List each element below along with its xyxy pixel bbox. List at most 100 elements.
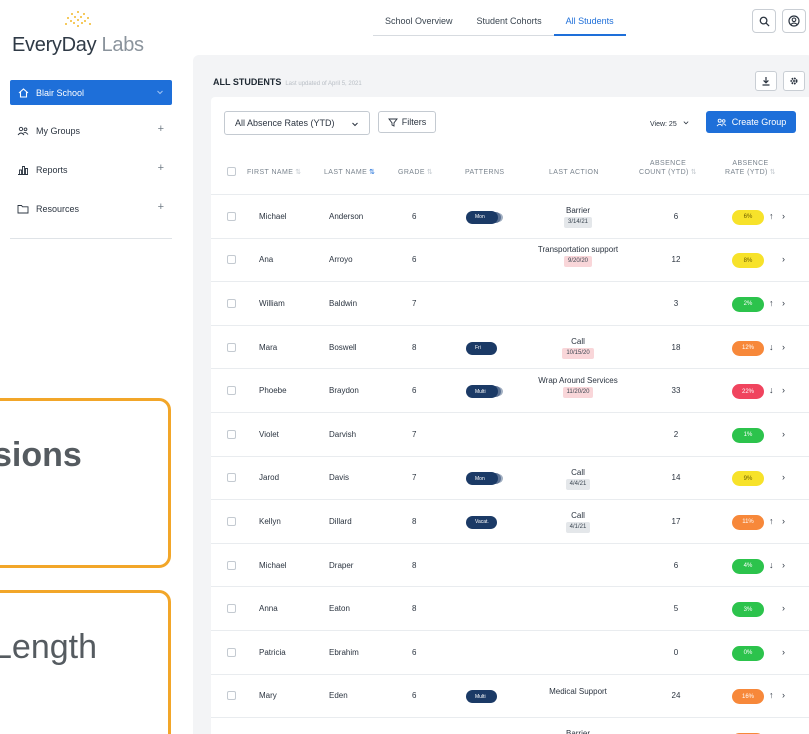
table-row[interactable]: PennyEllison6Fri.Barrier1/1/211812%↓›: [211, 717, 809, 734]
chevron-right-icon[interactable]: ›: [782, 516, 785, 526]
row-checkbox[interactable]: [227, 255, 236, 265]
sidebar-item-my-groups[interactable]: My Groups +: [10, 111, 172, 150]
search-icon: [759, 16, 770, 27]
cell-grade: 8: [412, 516, 417, 526]
pattern-badge[interactable]: Multi: [466, 690, 497, 704]
last-action-date: 9/20/20: [563, 256, 593, 268]
cell-first-name: William: [259, 298, 285, 308]
col-last-action[interactable]: LAST ACTION: [549, 168, 599, 177]
col-first-name[interactable]: FIRST NAME ⇅: [247, 168, 302, 177]
last-action[interactable]: Medical Support: [533, 687, 623, 696]
filters-button[interactable]: Filters: [378, 111, 436, 133]
chevron-right-icon[interactable]: ›: [782, 254, 785, 264]
chevron-right-icon[interactable]: ›: [782, 647, 785, 657]
sort-icon: ⇅: [295, 169, 302, 176]
last-action-label: Transportation support: [537, 245, 619, 255]
tab-school-overview[interactable]: School Overview: [373, 10, 465, 36]
download-button[interactable]: [755, 71, 777, 91]
table-row[interactable]: William Baldwin 7 3 2% ↑ ›: [211, 281, 809, 325]
chevron-right-icon[interactable]: ›: [782, 342, 785, 352]
absence-rate-select[interactable]: All Absence Rates (YTD): [224, 111, 370, 135]
create-group-button[interactable]: Create Group: [706, 111, 796, 133]
cell-absence-count: 0: [673, 647, 679, 657]
pattern-badge[interactable]: Mon: [466, 472, 498, 486]
plus-icon[interactable]: +: [158, 201, 164, 213]
last-action[interactable]: Wrap Around Services 11/20/20: [533, 376, 623, 399]
chevron-right-icon[interactable]: ›: [782, 298, 785, 308]
page-size-select[interactable]: View: 25: [650, 119, 690, 128]
row-checkbox[interactable]: [227, 211, 236, 221]
col-patterns[interactable]: PATTERNS: [465, 168, 505, 177]
last-action[interactable]: Call 10/15/20: [533, 337, 623, 360]
tab-student-cohorts[interactable]: Student Cohorts: [465, 10, 554, 36]
row-checkbox[interactable]: [227, 342, 236, 352]
table-row[interactable]: Phoebe Braydon 6 Multi Wrap Around Services 1…: [211, 368, 809, 412]
plus-icon[interactable]: +: [158, 123, 164, 135]
table-row[interactable]: Kellyn Dillard 8 Vacat. Call 4/1/21 17 11% ↑ ›: [211, 499, 809, 543]
chevron-right-icon[interactable]: ›: [782, 560, 785, 570]
chevron-right-icon[interactable]: ›: [782, 690, 785, 700]
chevron-right-icon[interactable]: ›: [782, 472, 785, 482]
table-row[interactable]: Patricia Ebrahim 6 0 0% ›: [211, 630, 809, 674]
row-checkbox[interactable]: [227, 429, 236, 439]
chevron-right-icon[interactable]: ›: [782, 429, 785, 439]
table-row[interactable]: Jarod Davis 7 Mon Call 4/4/21 14 9% ›: [211, 455, 809, 500]
last-action[interactable]: Call 4/1/21: [533, 511, 623, 534]
col-absence-rate[interactable]: ABSENCE RATE (YTD) ⇅: [725, 159, 776, 177]
row-checkbox[interactable]: [227, 386, 236, 396]
account-button[interactable]: [782, 9, 806, 33]
row-checkbox[interactable]: [227, 473, 236, 483]
row-checkbox[interactable]: [227, 647, 236, 657]
table-row[interactable]: Ana Arroyo 6 Transportation support 9/20/20 1…: [211, 237, 809, 282]
cell-last-name: Braydon: [329, 386, 359, 396]
last-updated: Last updated of April 5, 2021: [285, 81, 362, 87]
last-action-date: 10/15/20: [562, 348, 594, 360]
col-grade[interactable]: GRADE ⇅: [398, 168, 433, 177]
table-row[interactable]: Anna Eaton 8 5 3% ›: [211, 586, 809, 630]
absence-rate-badge: 9%: [732, 471, 764, 487]
search-button[interactable]: [752, 9, 776, 33]
cell-grade: 7: [412, 298, 417, 308]
cell-grade: 6: [412, 255, 417, 265]
table-row[interactable]: Violet Darvish 7 2 1% ›: [211, 412, 809, 456]
chevron-right-icon[interactable]: ›: [782, 385, 785, 395]
cell-grade: 6: [412, 647, 417, 657]
table-row[interactable]: Michael Anderson 6 Mon Barrier 3/14/21 6 6% ↑ ›: [211, 194, 809, 238]
table-row[interactable]: Mary Eden 6 Multi Medical Support 24 16% ↑ ›: [211, 673, 809, 718]
settings-button[interactable]: [783, 71, 805, 91]
callout-text: Length: [0, 628, 97, 666]
trend-arrow-icon: ↑: [769, 515, 774, 526]
last-action-label: Call: [571, 337, 585, 347]
last-action[interactable]: Barrier1/1/21: [533, 729, 623, 734]
chart-icon: [16, 164, 30, 176]
table-row[interactable]: Michael Draper 8 6 4% ↓ ›: [211, 542, 809, 587]
col-absence-count[interactable]: ABSENCE COUNT (YTD) ⇅: [639, 159, 697, 177]
row-checkbox[interactable]: [227, 560, 236, 570]
row-checkbox[interactable]: [227, 298, 236, 308]
pattern-badge[interactable]: Fri: [466, 341, 497, 355]
pattern-badge[interactable]: Mon: [466, 210, 498, 224]
last-action[interactable]: Barrier 3/14/21: [533, 206, 623, 229]
sidebar-item-reports[interactable]: Reports +: [10, 150, 172, 189]
cell-first-name: Michael: [259, 560, 287, 570]
sidebar-item-school[interactable]: Blair School: [10, 80, 172, 105]
pattern-badge[interactable]: Vacat.: [466, 515, 497, 529]
last-action[interactable]: Call 4/4/21: [533, 468, 623, 490]
last-action-label: Call: [571, 467, 585, 477]
plus-icon[interactable]: +: [158, 162, 164, 174]
last-action[interactable]: Transportation support 9/20/20: [533, 245, 623, 268]
chevron-right-icon[interactable]: ›: [782, 211, 785, 221]
cell-absence-count: 33: [671, 386, 681, 396]
tab-all-students[interactable]: All Students: [553, 10, 626, 36]
table-header: FIRST NAME ⇅ LAST NAME ⇅ GRADE ⇅ PATTERNS L…: [211, 152, 809, 192]
brand-logo[interactable]: EveryDay Labs: [12, 8, 152, 56]
col-last-name[interactable]: LAST NAME ⇅: [324, 168, 375, 177]
row-checkbox[interactable]: [227, 604, 236, 614]
row-checkbox[interactable]: [227, 691, 236, 701]
sidebar-item-resources[interactable]: Resources +: [10, 189, 172, 228]
chevron-right-icon[interactable]: ›: [782, 603, 785, 613]
pattern-badge[interactable]: Multi: [466, 385, 498, 399]
table-row[interactable]: Mara Boswell 8 Fri Call 10/15/20 18 12% ↓ ›: [211, 324, 809, 369]
row-checkbox[interactable]: [227, 516, 236, 526]
select-all-checkbox[interactable]: [227, 167, 236, 176]
